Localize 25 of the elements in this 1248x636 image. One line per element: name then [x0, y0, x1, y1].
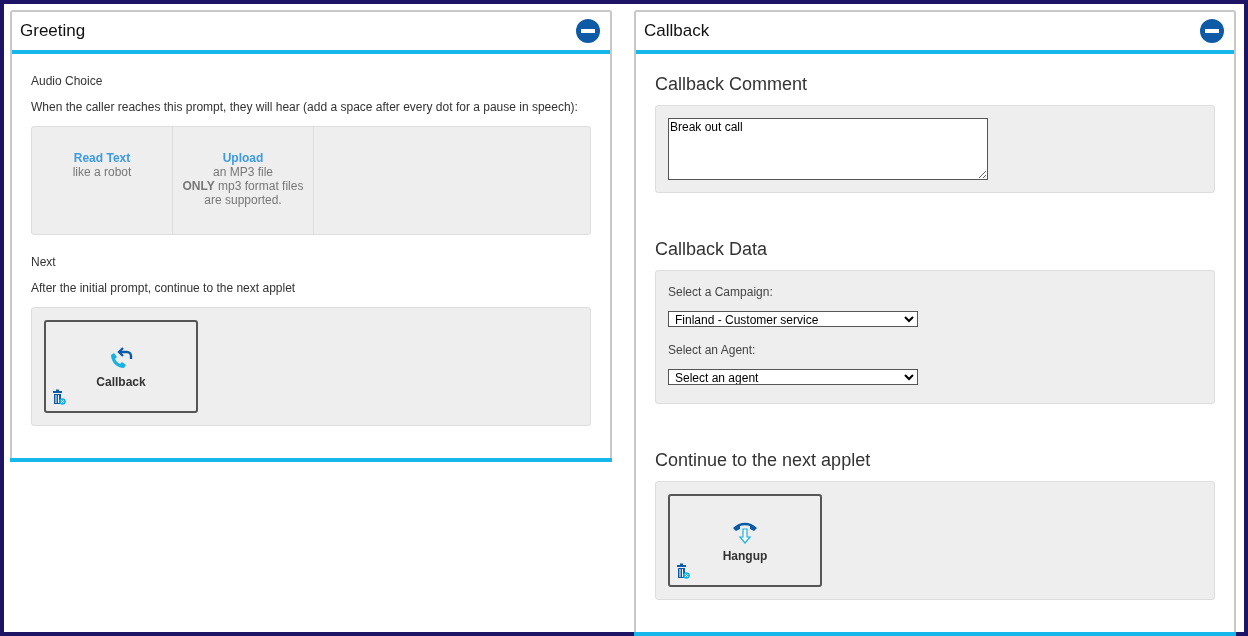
phone-arrow-icon	[108, 344, 134, 371]
trash-icon[interactable]	[676, 563, 690, 579]
section-description: After the initial prompt, continue to the next applet	[31, 281, 297, 295]
comment-field[interactable]: Break out call	[668, 118, 988, 180]
applet-name: Callback	[96, 374, 146, 389]
dropdown[interactable]: Finland - Customer service	[668, 311, 918, 327]
audio-option[interactable]: Read Text like a robot	[32, 127, 173, 234]
applet-card[interactable]: Hangup	[668, 494, 822, 587]
section-heading: Continue to the next applet	[655, 450, 872, 471]
field-label: Select an Agent:	[668, 343, 757, 357]
section-description: When the caller reaches this prompt, they will hear (add a space after every dot for a pause in speech):	[31, 100, 579, 114]
section-heading: Callback Data	[655, 239, 769, 260]
panel-title: Callback	[644, 21, 710, 41]
applet-name: Hangup	[722, 548, 768, 563]
trash-icon[interactable]	[52, 389, 66, 405]
applet-card[interactable]: Callback	[44, 320, 198, 413]
field-label: Select a Campaign:	[668, 285, 774, 299]
panel-title: Greeting	[20, 21, 86, 41]
dropdown[interactable]: Select an agent	[668, 369, 918, 385]
collapse-icon[interactable]	[1200, 19, 1224, 43]
section-label: Audio Choice	[31, 74, 104, 88]
collapse-icon[interactable]	[576, 19, 600, 43]
section-heading: Callback Comment	[655, 74, 809, 95]
audio-option[interactable]: Upload an MP3 file ONLY mp3 format files are supported.	[173, 127, 314, 234]
section-label: Next	[31, 255, 57, 269]
